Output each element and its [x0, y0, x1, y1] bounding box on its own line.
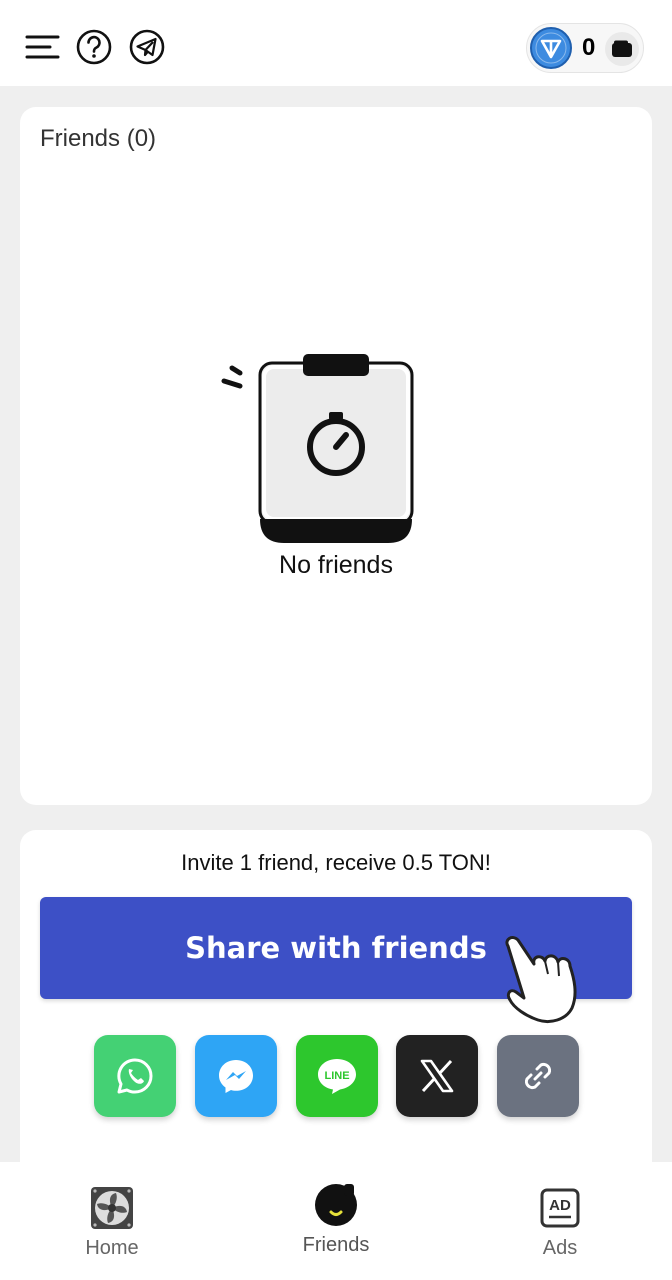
messenger-share-button[interactable] — [195, 1035, 277, 1117]
messenger-icon — [219, 1060, 253, 1093]
nav-label-home: Home — [85, 1237, 139, 1259]
nav-item-ads[interactable]: AD Ads — [490, 1162, 630, 1280]
telegram-icon[interactable] — [128, 28, 166, 66]
nav-item-home[interactable]: Home — [42, 1162, 182, 1280]
fan-icon — [91, 1187, 133, 1229]
whatsapp-share-button[interactable] — [94, 1035, 176, 1117]
wallet-icon — [612, 40, 632, 57]
copy-link-button[interactable] — [497, 1035, 579, 1117]
friends-title: Friends (0) — [40, 125, 157, 152]
nav-label-ads: Ads — [542, 1237, 578, 1259]
invite-card: Invite 1 friend, receive 0.5 TON! Share … — [20, 830, 652, 1170]
top-bar: 0 — [0, 0, 672, 86]
share-button-label: Share with friends — [185, 931, 487, 965]
bottom-navigation: Home Friends AD Ads — [0, 1162, 672, 1280]
nav-item-friends[interactable]: Friends — [266, 1162, 406, 1280]
line-icon: LINE — [318, 1059, 356, 1094]
ad-icon: AD — [540, 1188, 580, 1228]
wallet-button[interactable] — [605, 32, 639, 66]
empty-clipboard-icon — [221, 354, 414, 543]
x-share-button[interactable] — [396, 1035, 478, 1117]
line-icon-label: LINE — [324, 1070, 349, 1082]
invite-reward-text: Invite 1 friend, receive 0.5 TON! — [181, 850, 491, 875]
balance-pill[interactable]: 0 — [526, 23, 644, 73]
help-icon[interactable] — [75, 28, 113, 66]
nav-label-friends: Friends — [302, 1234, 370, 1256]
svg-text:AD: AD — [549, 1197, 571, 1214]
x-icon — [420, 1059, 454, 1093]
ton-coin-icon — [530, 27, 572, 69]
menu-icon[interactable] — [24, 28, 62, 66]
link-icon — [524, 1062, 552, 1090]
line-share-button[interactable]: LINE — [296, 1035, 378, 1117]
friends-card: Friends (0) No friends — [20, 107, 652, 805]
social-share-row: LINE — [94, 1035, 579, 1117]
balance-value: 0 — [582, 34, 596, 61]
whatsapp-icon — [117, 1058, 153, 1094]
empty-state-text: No friends — [279, 551, 393, 579]
pointing-hand-icon — [505, 936, 577, 1023]
friend-face-icon — [315, 1184, 357, 1226]
